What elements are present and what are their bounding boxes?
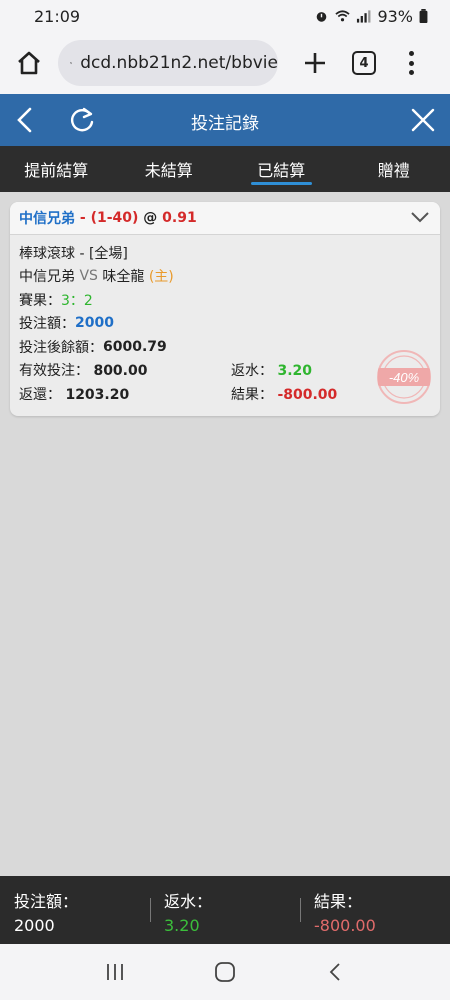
browser-menu-button[interactable] (406, 51, 416, 75)
browser-toolbar: dcd.nbb21n2.net/bbvie 4 (0, 32, 450, 94)
system-back-button[interactable] (320, 957, 350, 987)
stake-label: 投注額： (19, 316, 75, 333)
bet-card-body: 棒球滾球 - [全場] 中信兄弟 VS 味全龍 (主) 賽果： 3：2 投注額：… (10, 235, 440, 412)
tab-unsettled[interactable]: 未結算 (113, 146, 226, 192)
tab-settled[interactable]: 已結算 (225, 146, 338, 192)
summary-stake-value: 2000 (14, 916, 55, 935)
battery-percent: 93% (377, 6, 413, 26)
status-time: 21:09 (34, 6, 81, 26)
circle-home-icon (215, 962, 235, 982)
summary-bar: 投注額： 2000 返水： 3.20 結果： -800.00 (0, 876, 450, 944)
signal-icon (357, 10, 371, 23)
wifi-icon (335, 10, 351, 22)
refresh-icon[interactable] (68, 106, 96, 134)
bet-card-header[interactable]: 中信兄弟 - (1-40) @ 0.91 (10, 202, 440, 235)
new-tab-button[interactable] (300, 48, 330, 78)
vs-label: VS (75, 268, 103, 285)
away-team: 味全龍 (102, 269, 145, 286)
score-row: 賽果： 3：2 (19, 288, 431, 312)
summary-stake-label: 投注額： (14, 892, 79, 911)
rebate-value: 3.20 (277, 363, 312, 380)
home-button[interactable] (12, 46, 46, 80)
loss-stamp-icon: -40% (377, 350, 431, 404)
tab-gifts[interactable]: 贈禮 (338, 146, 450, 192)
score-label: 賽果： (19, 292, 61, 309)
home-team: 中信兄弟 (19, 269, 75, 286)
balance-label: 投注後餘額： (19, 339, 103, 356)
summary-stake: 投注額： 2000 (0, 876, 150, 944)
odds: 0.91 (162, 210, 197, 226)
recents-icon (107, 964, 123, 980)
back-arrow-icon (329, 963, 340, 981)
balance-value: 6000.79 (103, 338, 167, 355)
summary-rebate-value: 3.20 (164, 916, 200, 935)
status-bar: 21:09 93% (0, 0, 450, 32)
status-icons: 93% (314, 7, 428, 26)
return-label: 返還： (19, 386, 61, 403)
system-home-button[interactable] (210, 957, 240, 987)
rebate-label: 返水： (231, 363, 273, 380)
site-settings-icon[interactable] (70, 55, 73, 71)
recents-button[interactable] (100, 957, 130, 987)
tab-count: 4 (359, 55, 369, 71)
match-row: 中信兄弟 VS 味全龍 (主) (19, 265, 431, 289)
bet-status-tabs: 提前結算 未結算 已結算 贈禮 (0, 146, 450, 192)
handicap: (1-40) (90, 210, 139, 226)
result-value: -800.00 (277, 386, 338, 403)
system-nav-bar (0, 944, 450, 1000)
tab-early-settle[interactable]: 提前結算 (0, 146, 113, 192)
close-icon[interactable] (410, 107, 436, 133)
balance-row: 投注後餘額： 6000.79 (19, 335, 431, 359)
stamp-text: -40% (389, 370, 419, 385)
valid-bet-label: 有效投注： (19, 363, 89, 380)
return-result-row: 返還： 1203.20 結果： -800.00 (19, 382, 431, 406)
return-value: 1203.20 (65, 386, 130, 403)
stake-value: 2000 (75, 315, 114, 332)
plus-icon (305, 53, 325, 73)
menu-dot-icon (408, 51, 414, 56)
result-label: 結果： (231, 386, 273, 403)
valid-bet-value: 800.00 (93, 363, 148, 380)
market-label: 棒球滾球 - [全場] (19, 245, 128, 262)
alarm-icon (317, 12, 327, 22)
market-row: 棒球滾球 - [全場] (19, 241, 431, 265)
url-text: dcd.nbb21n2.net/bbvie (80, 53, 278, 73)
summary-rebate-label: 返水： (164, 892, 213, 911)
score-value: 3：2 (61, 292, 93, 309)
battery-icon (419, 9, 428, 23)
app-header: 投注記錄 (0, 94, 450, 146)
bet-card[interactable]: 中信兄弟 - (1-40) @ 0.91 棒球滾球 - [全場] 中信兄弟 VS… (10, 202, 440, 416)
handicap-sep: - (75, 210, 91, 226)
home-icon (18, 51, 40, 75)
tab-switcher-button[interactable]: 4 (352, 51, 376, 75)
summary-result-label: 結果： (314, 892, 363, 911)
summary-result: 結果： -800.00 (300, 876, 450, 944)
summary-result-value: -800.00 (314, 916, 376, 935)
valid-rebate-row: 有效投注： 800.00 返水： 3.20 (19, 359, 431, 383)
chevron-down-icon[interactable] (410, 210, 430, 224)
home-tag: (主) (144, 269, 174, 286)
address-bar[interactable]: dcd.nbb21n2.net/bbvie (58, 40, 278, 86)
at-sign: @ (138, 210, 163, 226)
stake-row: 投注額： 2000 (19, 312, 431, 336)
bet-team: 中信兄弟 (19, 211, 75, 227)
summary-rebate: 返水： 3.20 (150, 876, 300, 944)
back-icon[interactable] (12, 106, 38, 134)
